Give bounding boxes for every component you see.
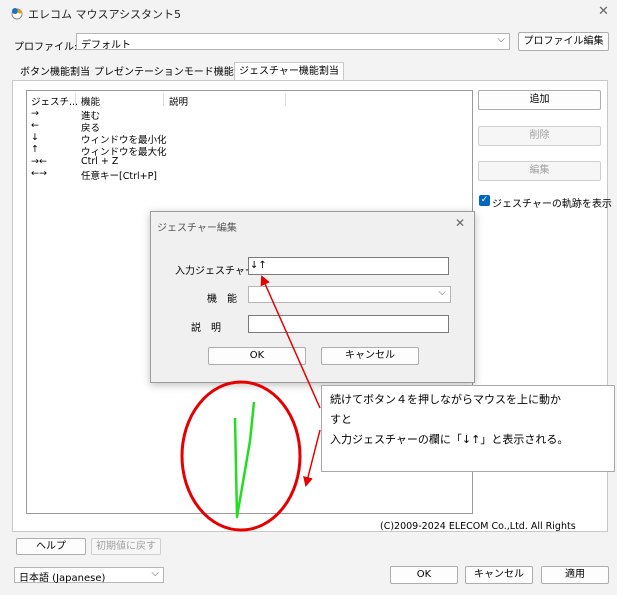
description-label: 説 明 <box>191 323 221 334</box>
dialog-ok-button[interactable]: OK <box>208 347 306 365</box>
chevron-down-icon: ⌵ <box>438 287 446 298</box>
title-bar: エレコム マウスアシスタント5 ✕ <box>0 0 617 26</box>
close-icon[interactable]: ✕ <box>598 4 609 19</box>
function-label: 機 能 <box>207 294 237 305</box>
gesture-edit-dialog: ジェスチャー編集 ✕ 入力ジェスチャー ↓↑ 機 能 ⌵ 説 明 OK キャンセ… <box>150 211 475 383</box>
input-gesture-value: ↓↑ <box>250 260 267 271</box>
profile-edit-button[interactable]: プロファイル編集 <box>518 32 609 51</box>
tab-presentation-mode[interactable]: プレゼンテーションモード機能割当 <box>90 64 258 81</box>
dialog-title: ジェスチャー編集 <box>157 223 237 234</box>
delete-button[interactable]: 削除 <box>478 126 601 146</box>
language-select-value: 日本語 (Japanese) <box>19 573 106 584</box>
edit-button[interactable]: 編集 <box>478 161 601 181</box>
column-divider <box>285 93 286 106</box>
add-button[interactable]: 追加 <box>478 90 601 110</box>
reset-defaults-button[interactable]: 初期値に戻す <box>91 538 161 555</box>
description-field[interactable] <box>248 315 449 333</box>
profile-label: プロファイル: <box>14 42 78 53</box>
gesture-cell: ← <box>31 120 39 131</box>
gesture-cell: → <box>31 108 39 119</box>
gesture-cell: →← <box>31 156 47 167</box>
profile-select[interactable]: デフォルト ⌵ <box>76 33 510 51</box>
ok-button[interactable]: OK <box>390 566 458 584</box>
input-gesture-label: 入力ジェスチャー <box>175 266 255 277</box>
column-header-function[interactable]: 機能 <box>81 94 100 108</box>
column-divider <box>75 93 76 106</box>
dialog-cancel-button[interactable]: キャンセル <box>321 347 419 365</box>
callout-line-3: 入力ジェスチャーの欄に「↓↑」と表示される。 <box>330 433 569 446</box>
cancel-button[interactable]: キャンセル <box>465 566 533 584</box>
chevron-down-icon: ⌵ <box>151 568 159 579</box>
show-trail-label: ジェスチャーの軌跡を表示 <box>492 199 612 210</box>
function-cell: Ctrl + Z <box>81 156 119 167</box>
gesture-cell: ←→ <box>31 168 47 179</box>
help-button[interactable]: ヘルプ <box>16 538 86 555</box>
copyright-text: (C)2009-2024 ELECOM Co.,Ltd. All Rights <box>380 521 576 532</box>
show-trail-checkbox[interactable]: ✓ <box>479 195 490 206</box>
profile-select-value: デフォルト <box>81 40 131 51</box>
language-select[interactable]: 日本語 (Japanese) ⌵ <box>14 567 164 584</box>
gesture-cell: ↑ <box>31 144 39 155</box>
chevron-down-icon: ⌵ <box>497 34 505 45</box>
column-header-description[interactable]: 説明 <box>169 94 188 108</box>
callout-line-2: すと <box>330 413 352 426</box>
function-select[interactable]: ⌵ <box>248 286 451 303</box>
apply-button[interactable]: 適用 <box>541 566 609 584</box>
window-title: エレコム マウスアシスタント5 <box>28 8 182 21</box>
gesture-cell: ↓ <box>31 132 39 143</box>
callout-line-1: 続けてボタン４を押しながらマウスを上に動か <box>330 393 561 406</box>
app-logo-icon <box>10 6 24 20</box>
column-header-gesture[interactable]: ジェスチ... <box>31 94 78 108</box>
annotation-callout: 続けてボタン４を押しながらマウスを上に動か すと 入力ジェスチャーの欄に「↓↑」… <box>321 385 615 472</box>
column-divider <box>163 93 164 106</box>
dialog-close-icon[interactable]: ✕ <box>455 216 465 230</box>
tab-button-assignment[interactable]: ボタン機能割当 <box>16 64 94 81</box>
input-gesture-field[interactable]: ↓↑ <box>248 257 449 275</box>
function-cell: 任意キー[Ctrl+P] <box>81 171 158 182</box>
tab-gesture-assignment[interactable]: ジェスチャー機能割当 <box>234 62 344 81</box>
